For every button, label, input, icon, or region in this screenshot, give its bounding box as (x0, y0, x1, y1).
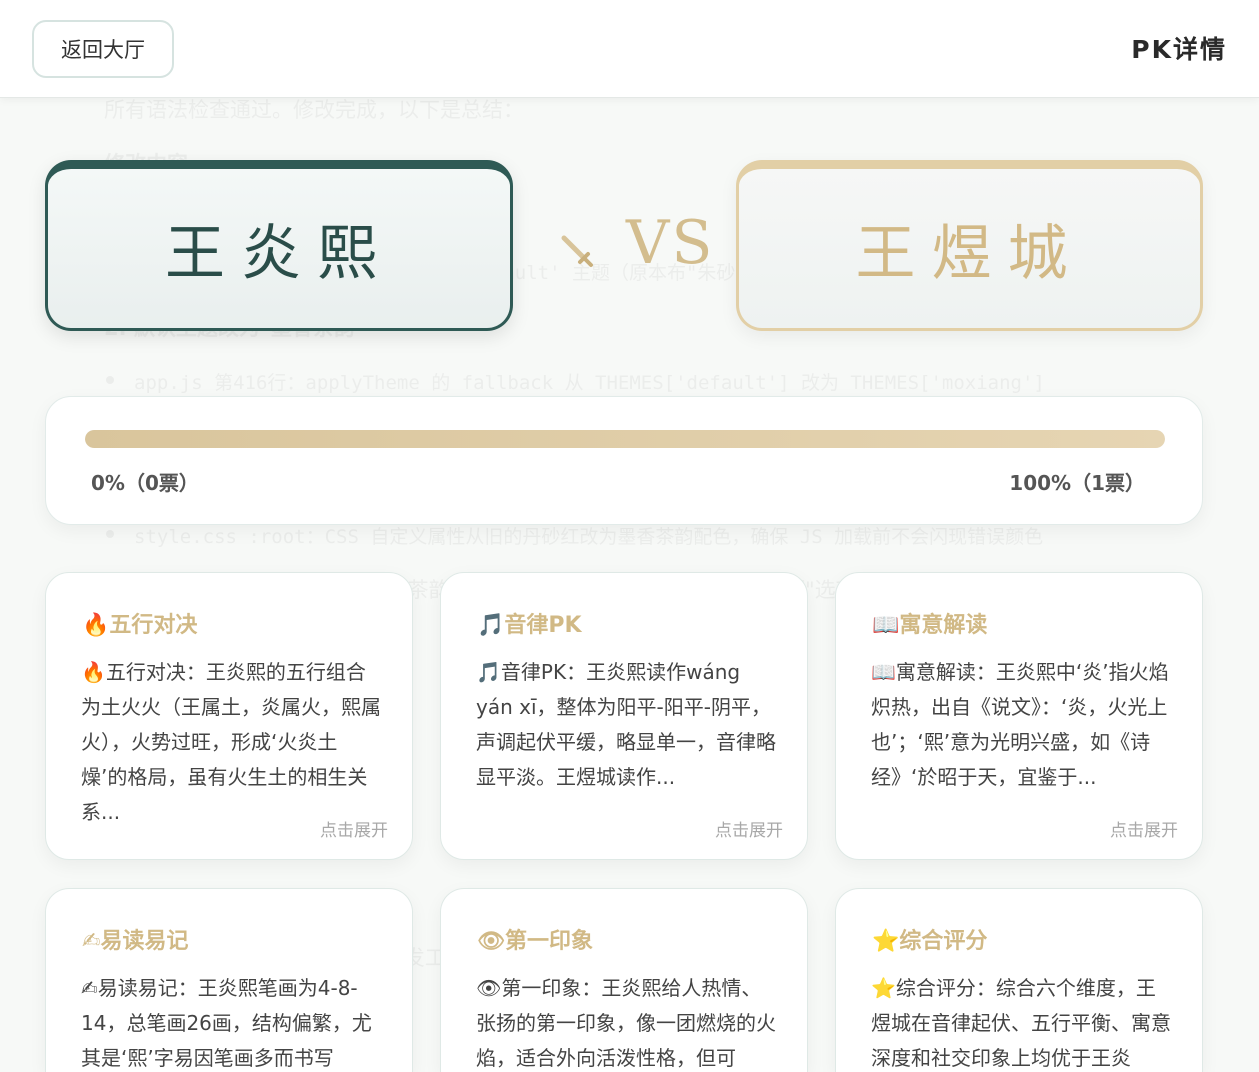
left-vote-percent: 0%（0票） (91, 471, 199, 495)
eye-icon: 👁 (477, 929, 505, 954)
header-bar: 返回大厅 PK详情 (0, 0, 1259, 98)
card-body: ⭐综合评分：综合六个维度，王煜城在音律起伏、五行平衡、寓意深度和社交印象上均优于… (871, 971, 1171, 1072)
analysis-card-zonghe[interactable]: ⭐综合评分 ⭐综合评分：综合六个维度，王煜城在音律起伏、五行平衡、寓意深度和社交… (835, 888, 1203, 1072)
analysis-card-yinxiang[interactable]: 👁第一印象 👁第一印象：王炎熙给人热情、张扬的第一印象，像一团燃烧的火焰，适合外… (440, 888, 808, 1072)
expand-link[interactable]: 点击展开 (715, 816, 783, 841)
star-icon: ⭐ (872, 929, 900, 954)
card-title: 📖寓意解读 (872, 613, 988, 638)
analysis-card-wuxing[interactable]: 🔥五行对决 🔥五行对决：王炎熙的五行组合为土火火（王属土，炎属火，熙属火），火势… (45, 572, 413, 860)
analysis-card-yidu[interactable]: ✍易读易记 ✍易读易记：王炎熙笔画为4-8-14，总笔画26画，结构偏繁，尤其是… (45, 888, 413, 1072)
card-body: 🔥五行对决：王炎熙的五行组合为土火火（王属土，炎属火，熙属火），火势过旺，形成‘… (81, 655, 381, 830)
vs-label: VS (626, 208, 715, 278)
card-title: 🎵音律PK (477, 613, 582, 638)
writing-hand-icon: ✍ (82, 929, 101, 954)
fire-icon: 🔥 (81, 660, 106, 684)
music-note-icon: 🎵 (477, 613, 505, 638)
card-body: 🎵音律PK：王炎熙读作wáng yán xī，整体为阳平-阳平-阴平，声调起伏平… (476, 655, 776, 795)
vote-progress-card: 0%（0票） 100%（1票） (45, 396, 1203, 525)
eye-icon: 👁 (476, 976, 502, 1000)
analysis-card-yuyi[interactable]: 📖寓意解读 📖寓意解读：王炎熙中‘炎’指火焰炽热，出自《说文》：‘炎，火光上也’… (835, 572, 1203, 860)
card-title: ⭐综合评分 (872, 929, 988, 954)
music-note-icon: 🎵 (476, 660, 501, 684)
back-to-lobby-button[interactable]: 返回大厅 (32, 20, 174, 78)
card-title: 🔥五行对决 (82, 613, 198, 638)
expand-link[interactable]: 点击展开 (320, 816, 388, 841)
page-title: PK详情 (1131, 35, 1227, 64)
writing-hand-icon: ✍ (81, 976, 98, 1000)
analysis-card-yinlv[interactable]: 🎵音律PK 🎵音律PK：王炎熙读作wáng yán xī，整体为阳平-阳平-阴平… (440, 572, 808, 860)
card-title: ✍易读易记 (82, 929, 189, 954)
card-body: 📖寓意解读：王炎熙中‘炎’指火焰炽热，出自《说文》：‘炎，火光上也’；‘熙’意为… (871, 655, 1171, 795)
sword-icon (561, 235, 593, 267)
pk-detail-overlay: 返回大厅 PK详情 王炎熙 VS 王煜城 0%（0票） 100%（1票） 🔥五行… (0, 0, 1259, 1072)
card-title: 👁第一印象 (477, 929, 593, 954)
open-book-icon: 📖 (871, 660, 896, 684)
left-player-name: 王炎熙 (45, 160, 513, 331)
vote-progress-track (85, 430, 1165, 448)
vote-progress-fill (85, 430, 1165, 448)
right-vote-percent: 100%（1票） (1009, 471, 1145, 495)
right-player-name: 王煜城 (736, 160, 1203, 331)
expand-link[interactable]: 点击展开 (1110, 816, 1178, 841)
star-icon: ⭐ (871, 976, 896, 1000)
card-body: ✍易读易记：王炎熙笔画为4-8-14，总笔画26画，结构偏繁，尤其是‘熙’字易因… (81, 971, 381, 1072)
card-body: 👁第一印象：王炎熙给人热情、张扬的第一印象，像一团燃烧的火焰，适合外向活泼性格，… (476, 971, 776, 1072)
fire-icon: 🔥 (82, 613, 110, 638)
open-book-icon: 📖 (872, 613, 900, 638)
